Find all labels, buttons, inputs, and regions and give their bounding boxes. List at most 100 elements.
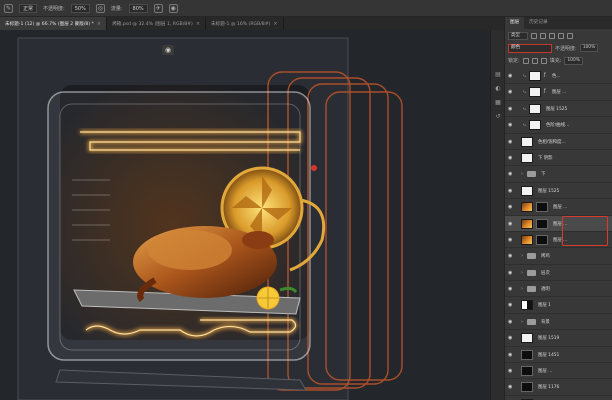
- layer-row[interactable]: ◉ 图层 1176: [505, 379, 612, 396]
- layer-effects-icon[interactable]: ƒ: [544, 72, 546, 78]
- layer-row[interactable]: ◉ 图层 1519: [505, 330, 612, 347]
- layer-thumbnail[interactable]: [521, 300, 533, 311]
- filter-kind-select[interactable]: 类型: [508, 31, 528, 40]
- layer-row[interactable]: ◉ › 下: [505, 166, 612, 183]
- layer-row[interactable]: ◉ ⤷ 图层 1525: [505, 100, 612, 118]
- visibility-eye-icon[interactable]: ◉: [508, 188, 515, 194]
- mode-select[interactable]: 正常: [19, 3, 38, 13]
- filter-pixel-icon[interactable]: [531, 32, 537, 39]
- visibility-eye-icon[interactable]: ◉: [508, 302, 515, 308]
- properties-panel-icon[interactable]: ▦: [493, 98, 503, 108]
- close-icon[interactable]: ×: [273, 21, 277, 27]
- layer-thumbnail[interactable]: [521, 202, 533, 213]
- layer-row[interactable]: ◉ 下 阴影: [505, 149, 612, 167]
- visibility-eye-icon[interactable]: ◉: [508, 155, 515, 161]
- close-icon[interactable]: ×: [196, 21, 200, 27]
- layer-row[interactable]: ◉图层 1460: [505, 395, 612, 400]
- layer-row[interactable]: ◉ 图层 1525: [505, 182, 612, 200]
- group-expand-icon[interactable]: ›: [521, 253, 523, 259]
- layer-row[interactable]: ◉ 图层 ...: [505, 363, 612, 380]
- layer-thumbnail[interactable]: [521, 349, 533, 360]
- layer-thumbnail[interactable]: [521, 366, 533, 377]
- layer-thumbnail[interactable]: [521, 185, 533, 196]
- layer-row[interactable]: ◉ ⤷ 色阶/曲线...: [505, 117, 612, 134]
- group-expand-icon[interactable]: ›: [521, 171, 523, 177]
- layer-row[interactable]: ◉ 色相/饱和度...: [505, 133, 612, 150]
- visibility-eye-icon[interactable]: ◉: [508, 368, 515, 374]
- layer-row[interactable]: ◉ › 烤鸡: [505, 248, 612, 265]
- layer-thumbnail[interactable]: [521, 333, 533, 344]
- layer-row[interactable]: ◉ 图层 ...: [505, 215, 612, 232]
- visibility-eye-icon[interactable]: ◉: [508, 319, 515, 325]
- fill-field[interactable]: 100%: [564, 56, 583, 65]
- airbrush-icon[interactable]: ✈: [153, 3, 163, 13]
- tab-layers[interactable]: 图层: [505, 17, 525, 29]
- visibility-eye-icon[interactable]: ◉: [508, 335, 515, 341]
- visibility-eye-icon[interactable]: ◉: [508, 384, 515, 390]
- visibility-eye-icon[interactable]: ◉: [508, 221, 515, 227]
- layer-name: 色...: [552, 74, 561, 79]
- filter-adjustment-icon[interactable]: [540, 32, 546, 39]
- group-expand-icon[interactable]: ›: [521, 319, 523, 325]
- visibility-eye-icon[interactable]: ◉: [508, 352, 515, 358]
- layer-thumbnail[interactable]: [529, 103, 541, 114]
- layer-row[interactable]: ◉ ⤷ ƒ 图层 ...: [505, 84, 612, 101]
- layer-row[interactable]: ◉ 图层 ...: [505, 231, 612, 249]
- layer-thumbnail[interactable]: [529, 71, 541, 81]
- layer-thumbnail[interactable]: [521, 234, 533, 245]
- layer-effects-icon[interactable]: ƒ: [544, 88, 546, 94]
- layer-thumbnail[interactable]: [529, 120, 541, 131]
- blend-mode-select[interactable]: 颜色: [508, 43, 552, 53]
- layer-mask-thumbnail[interactable]: [536, 234, 548, 245]
- layer-mask-thumbnail[interactable]: [536, 202, 548, 213]
- visibility-eye-icon[interactable]: ◉: [508, 270, 515, 276]
- layer-mask-thumbnail[interactable]: [536, 218, 548, 229]
- adjustments-panel-icon[interactable]: ◐: [493, 84, 503, 94]
- layer-row[interactable]: ◉ 图层 1: [505, 297, 612, 314]
- layer-thumbnail[interactable]: [521, 382, 533, 393]
- flow-field[interactable]: 80%: [128, 3, 148, 13]
- document-tab[interactable]: 未标题-1 (12) @ 66.7% (图层 2 蒙版/8) * ×: [0, 17, 108, 30]
- visibility-eye-icon[interactable]: ◉: [508, 204, 515, 210]
- visibility-eye-icon[interactable]: ◉: [508, 139, 515, 145]
- opacity-field[interactable]: 50%: [70, 3, 90, 13]
- history-panel-icon[interactable]: ↺: [493, 112, 503, 122]
- layer-row[interactable]: ◉ 图层 1451: [505, 346, 612, 364]
- close-icon[interactable]: ×: [97, 21, 101, 27]
- layer-thumbnail[interactable]: [521, 152, 533, 163]
- document-tab[interactable]: 烤箱.psd @ 32.4% (图层 1, RGB/8#) ×: [107, 17, 207, 30]
- group-expand-icon[interactable]: ›: [521, 270, 523, 276]
- visibility-eye-icon[interactable]: ◉: [508, 171, 515, 177]
- layer-thumbnail[interactable]: [529, 87, 541, 98]
- visibility-eye-icon[interactable]: ◉: [508, 73, 515, 79]
- document-tab[interactable]: 未标题-1 @ 16% (RGB/8#) ×: [206, 17, 284, 30]
- visibility-eye-icon[interactable]: ◉: [508, 253, 515, 259]
- visibility-eye-icon[interactable]: ◉: [508, 106, 515, 112]
- layer-row[interactable]: ◉ ⤷ ƒ 色...: [505, 68, 612, 85]
- layer-row[interactable]: ◉ 图层 ...: [505, 199, 612, 216]
- layer-thumbnail[interactable]: [521, 218, 533, 229]
- visibility-eye-icon[interactable]: ◉: [508, 122, 515, 128]
- pressure-size-icon[interactable]: ◉: [168, 3, 178, 13]
- canvas-area[interactable]: ◉: [0, 30, 504, 400]
- filter-type-icon[interactable]: [549, 32, 555, 39]
- visibility-eye-icon[interactable]: ◉: [508, 89, 515, 95]
- layer-row[interactable]: ◉ › 透明: [505, 281, 612, 298]
- view-icon[interactable]: ◉: [162, 45, 174, 55]
- layer-opacity-field[interactable]: 100%: [579, 44, 599, 52]
- lock-all-icon[interactable]: [540, 57, 547, 64]
- layer-row[interactable]: ◉ › 背景: [505, 313, 612, 331]
- tab-history[interactable]: 历史记录: [524, 17, 552, 29]
- visibility-eye-icon[interactable]: ◉: [508, 237, 515, 243]
- filter-smart-object-icon[interactable]: [567, 32, 573, 39]
- layer-thumbnail[interactable]: [521, 136, 533, 147]
- layers-panel-icon[interactable]: ▤: [493, 70, 503, 80]
- layer-row[interactable]: ◉ › 层次: [505, 264, 612, 282]
- group-expand-icon[interactable]: ›: [521, 286, 523, 292]
- visibility-eye-icon[interactable]: ◉: [508, 286, 515, 292]
- pressure-opacity-icon[interactable]: ◎: [95, 3, 105, 13]
- lock-pixels-icon[interactable]: [522, 57, 529, 64]
- lock-position-icon[interactable]: [531, 57, 538, 64]
- brush-preset-icon[interactable]: ✎: [4, 3, 13, 13]
- filter-shape-icon[interactable]: [558, 32, 564, 39]
